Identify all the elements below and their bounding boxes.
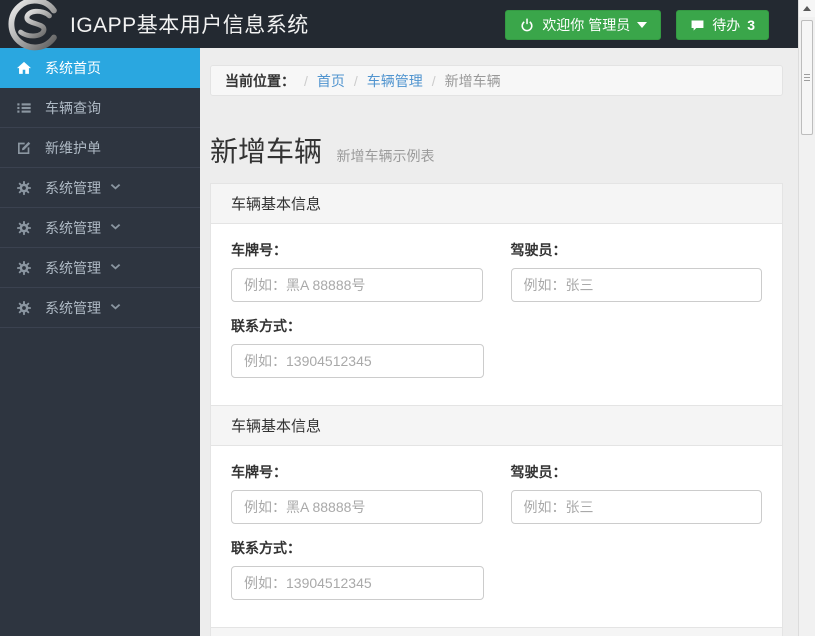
breadcrumb-separator: /	[354, 73, 358, 89]
scrollbar-grip-icon	[804, 74, 810, 82]
form-panel: 车辆基本信息 车牌号： 驾驶员： 联系方式	[210, 183, 783, 636]
sidebar-item-label: 系统管理	[45, 258, 101, 278]
edit-icon	[16, 140, 32, 156]
driver-input-2[interactable]	[511, 490, 763, 524]
home-icon	[16, 60, 32, 76]
chevron-down-icon	[109, 261, 122, 274]
sidebar-item-label: 系统首页	[45, 58, 101, 78]
scrollbar-up-arrow[interactable]	[799, 0, 815, 17]
sidebar-item-label: 车辆查询	[45, 98, 101, 118]
content-area: 当前位置： / 首页 / 车辆管理 / 新增车辆 新增车辆 新增车辆示例表 车辆…	[200, 48, 798, 636]
welcome-admin-label: 欢迎你 管理员	[542, 15, 630, 35]
app-window: IGAPP基本用户信息系统 欢迎你 管理员 待办 3 系统首页 车辆查询	[0, 0, 798, 636]
plate-number-label: 车牌号：	[231, 240, 483, 260]
contact-input-2[interactable]	[231, 566, 484, 600]
breadcrumb-prefix: 当前位置：	[225, 71, 295, 91]
sidebar: 系统首页 车辆查询 新维护单 系统管理 系统管理 系统	[0, 48, 200, 636]
contact-label: 联系方式：	[231, 316, 484, 336]
breadcrumb-link-home[interactable]: 首页	[317, 71, 345, 91]
caret-down-icon	[637, 22, 647, 28]
plate-number-label: 车牌号：	[231, 462, 483, 482]
chevron-down-icon	[109, 181, 122, 194]
scrollbar-thumb[interactable]	[801, 20, 813, 135]
breadcrumb-current: 新增车辆	[445, 71, 501, 91]
vertical-scrollbar[interactable]	[798, 0, 815, 636]
todo-label: 待办	[712, 15, 740, 35]
section-title-basic-info-2: 车辆基本信息	[211, 406, 782, 446]
contact-label: 联系方式：	[231, 538, 484, 558]
breadcrumb-separator: /	[432, 73, 436, 89]
list-icon	[16, 100, 32, 116]
up-arrow-icon	[803, 6, 811, 11]
plate-number-input[interactable]	[231, 268, 483, 302]
chat-icon	[690, 18, 705, 33]
app-logo-icon	[8, 0, 62, 51]
driver-input[interactable]	[511, 268, 763, 302]
chevron-down-icon	[109, 301, 122, 314]
plate-number-input-2[interactable]	[231, 490, 483, 524]
app-title: IGAPP基本用户信息系统	[70, 9, 309, 39]
todo-count: 3	[747, 17, 755, 33]
sidebar-item-vehicle-query[interactable]: 车辆查询	[0, 88, 200, 128]
todo-button[interactable]: 待办 3	[676, 10, 769, 40]
breadcrumb-link-vehicle-mgmt[interactable]: 车辆管理	[367, 71, 423, 91]
gear-icon	[16, 260, 32, 276]
breadcrumb-separator: /	[304, 73, 308, 89]
gear-icon	[16, 220, 32, 236]
sidebar-item-label: 系统管理	[45, 218, 101, 238]
sidebar-item-new-maintenance[interactable]: 新维护单	[0, 128, 200, 168]
breadcrumb: 当前位置： / 首页 / 车辆管理 / 新增车辆	[210, 65, 783, 96]
power-icon	[519, 17, 535, 33]
sidebar-item-system-admin-3[interactable]: 系统管理	[0, 248, 200, 288]
sidebar-item-home[interactable]: 系统首页	[0, 48, 200, 88]
section-title-basic-info-1: 车辆基本信息	[211, 184, 782, 224]
top-bar: IGAPP基本用户信息系统 欢迎你 管理员 待办 3	[0, 0, 798, 48]
section-body-basic-info-2: 车牌号： 驾驶员： 联系方式：	[211, 446, 782, 628]
driver-label: 驾驶员：	[511, 462, 763, 482]
gear-icon	[16, 180, 32, 196]
section-title-vehicle-attributes: 车辆属性	[211, 628, 782, 636]
driver-label: 驾驶员：	[511, 240, 763, 260]
page-subtitle: 新增车辆示例表	[336, 148, 434, 164]
sidebar-item-label: 系统管理	[45, 178, 101, 198]
page-title: 新增车辆	[210, 136, 322, 167]
sidebar-item-system-admin-2[interactable]: 系统管理	[0, 208, 200, 248]
gear-icon	[16, 300, 32, 316]
sidebar-item-system-admin-1[interactable]: 系统管理	[0, 168, 200, 208]
contact-input[interactable]	[231, 344, 484, 378]
sidebar-item-system-admin-4[interactable]: 系统管理	[0, 288, 200, 328]
welcome-admin-button[interactable]: 欢迎你 管理员	[505, 10, 661, 40]
section-body-basic-info-1: 车牌号： 驾驶员： 联系方式：	[211, 224, 782, 406]
sidebar-item-label: 系统管理	[45, 298, 101, 318]
sidebar-item-label: 新维护单	[45, 138, 101, 158]
chevron-down-icon	[109, 221, 122, 234]
page-header: 新增车辆 新增车辆示例表	[210, 130, 783, 170]
